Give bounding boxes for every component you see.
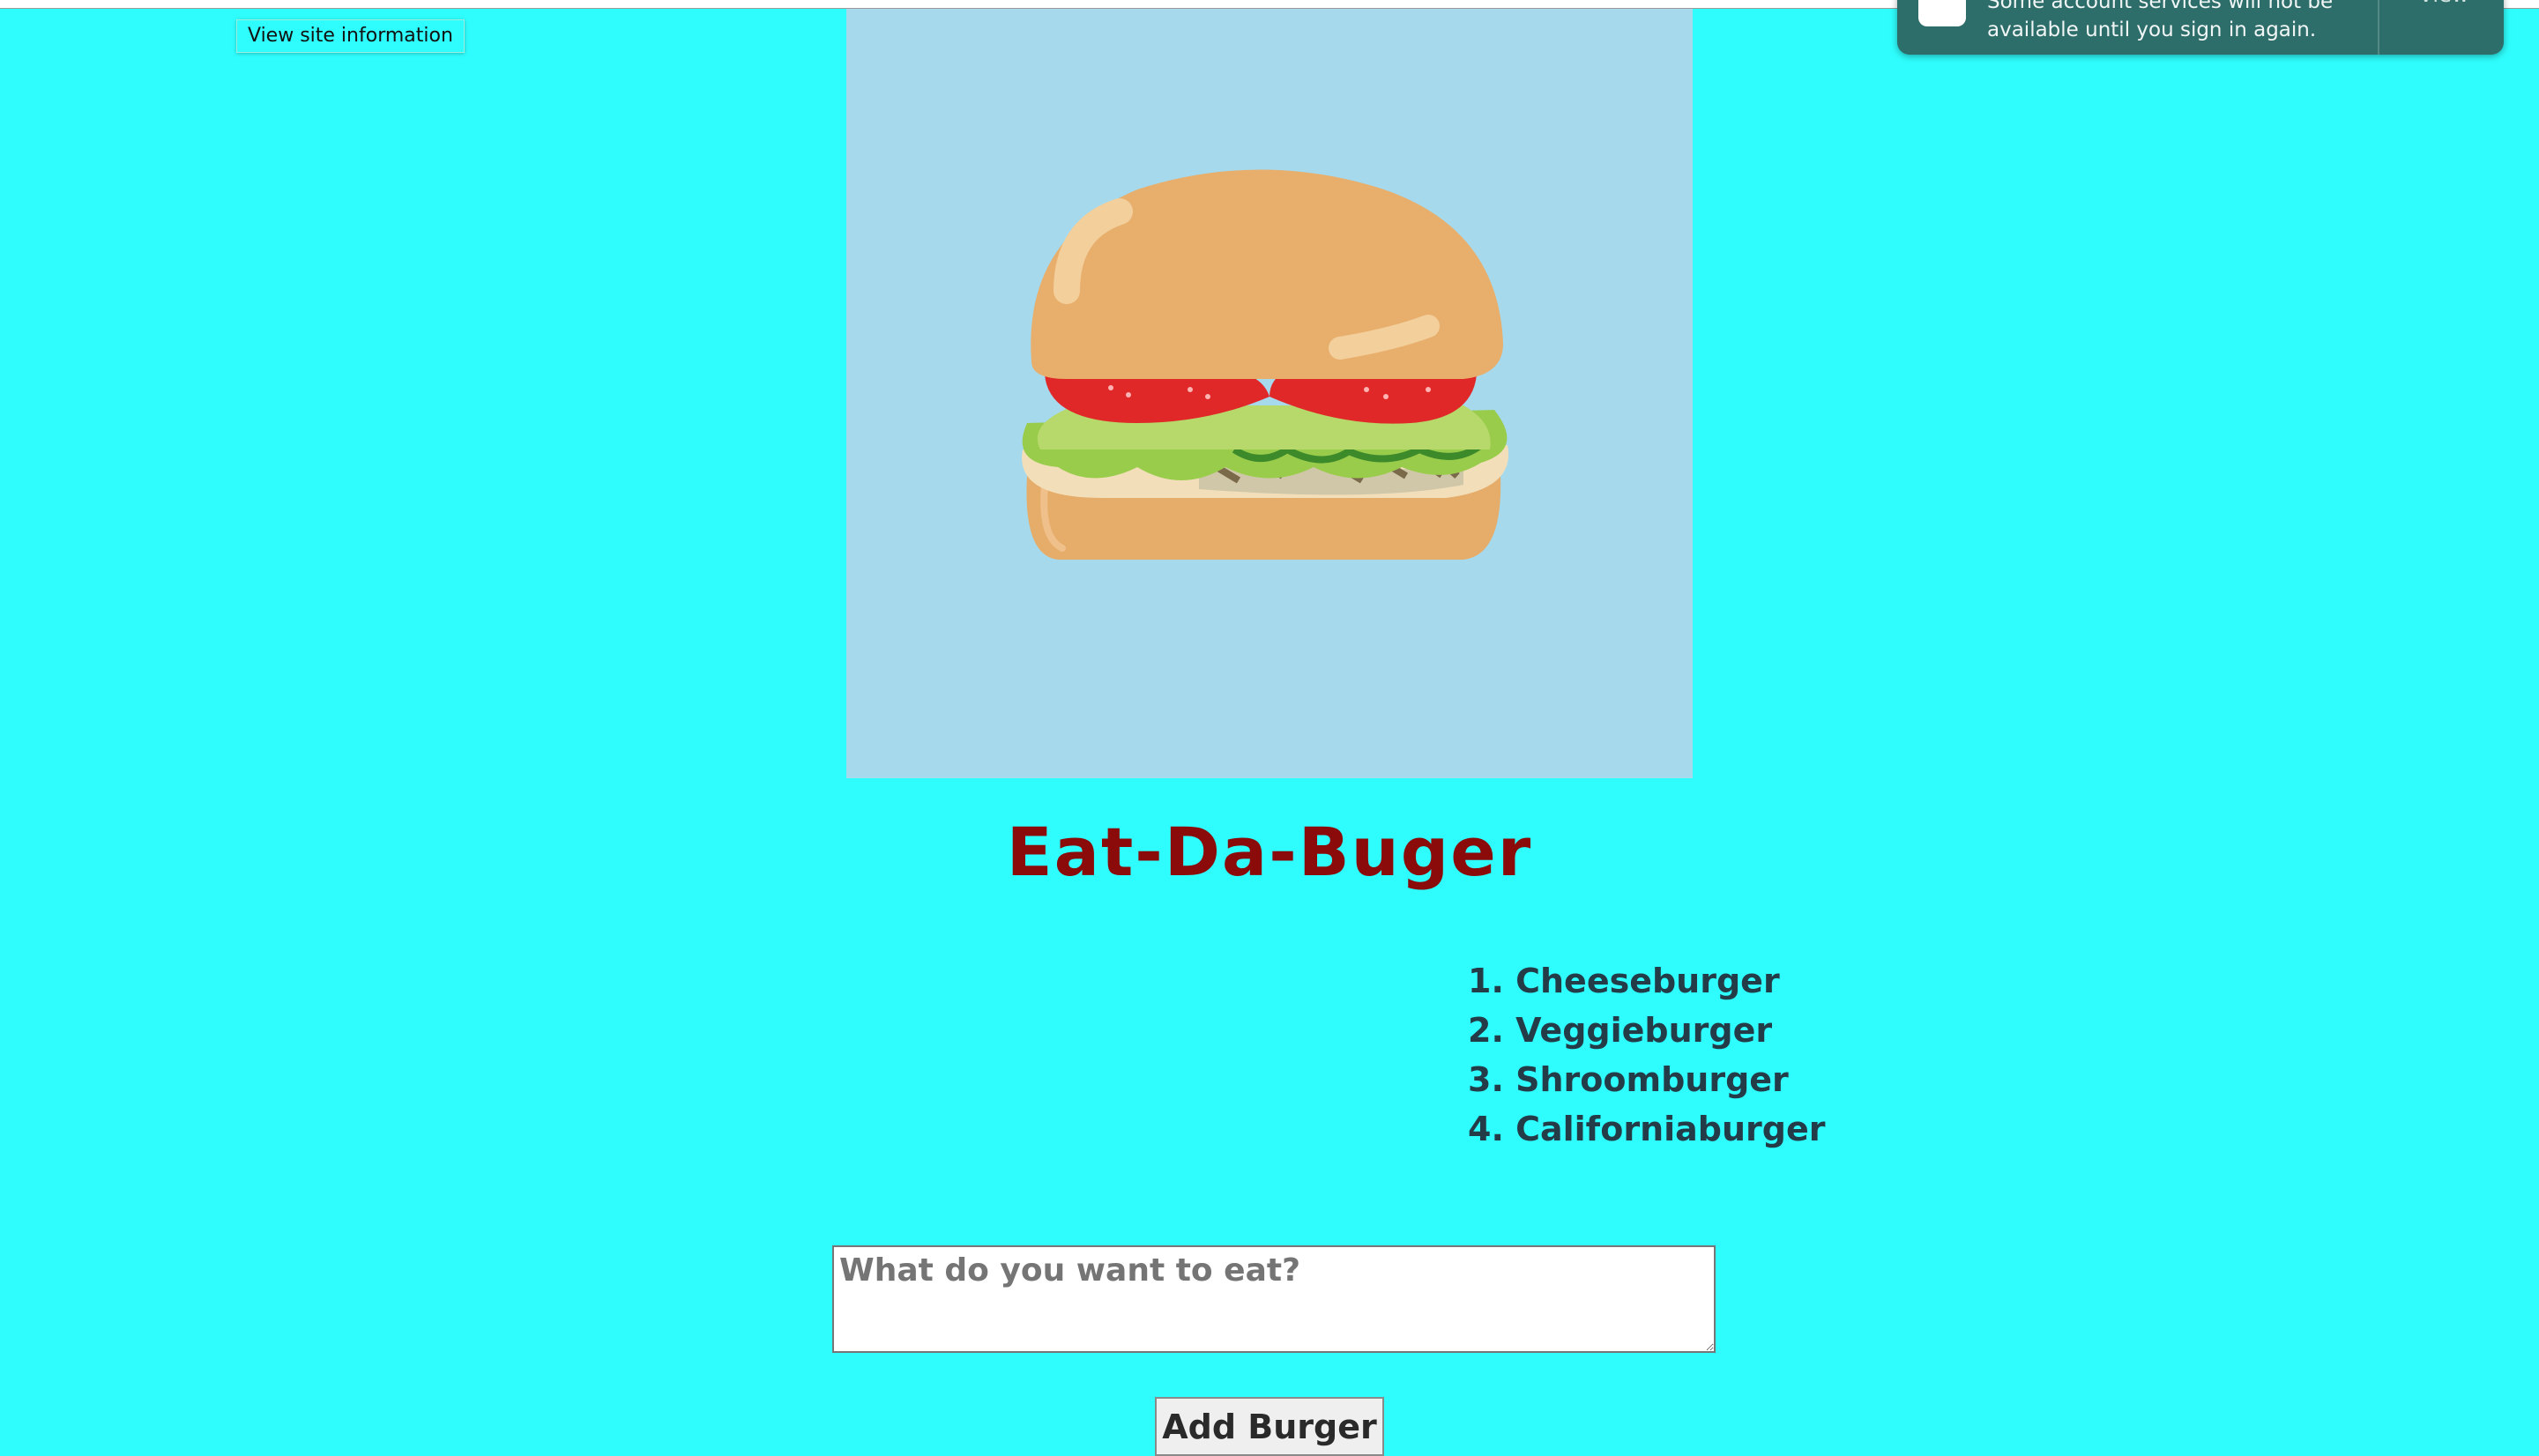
list-item: 2. Veggieburger xyxy=(1468,1011,1773,1050)
burger-image xyxy=(846,9,1693,778)
burger-list: 1. Cheeseburger 2. Veggieburger 3. Shroo… xyxy=(1468,956,1826,1154)
list-item: 4. Californiaburger xyxy=(1468,1110,1826,1148)
burger-input[interactable] xyxy=(832,1245,1716,1353)
burger-illustration xyxy=(1022,169,1509,560)
page-title: Eat-Da-Buger xyxy=(1006,813,1533,891)
account-notification[interactable]: Some account services will not be availa… xyxy=(1897,0,2504,55)
notification-divider xyxy=(2378,0,2379,55)
list-item: 1. Cheeseburger xyxy=(1468,962,1780,1000)
site-info-tooltip: View site information xyxy=(236,19,465,53)
account-app-icon xyxy=(1918,0,1966,26)
add-burger-button[interactable]: Add Burger xyxy=(1155,1397,1384,1456)
list-item: 3. Shroomburger xyxy=(1468,1060,1789,1099)
notification-message: Some account services will not be availa… xyxy=(1987,0,2334,41)
notification-view-button[interactable]: View xyxy=(2391,0,2497,7)
